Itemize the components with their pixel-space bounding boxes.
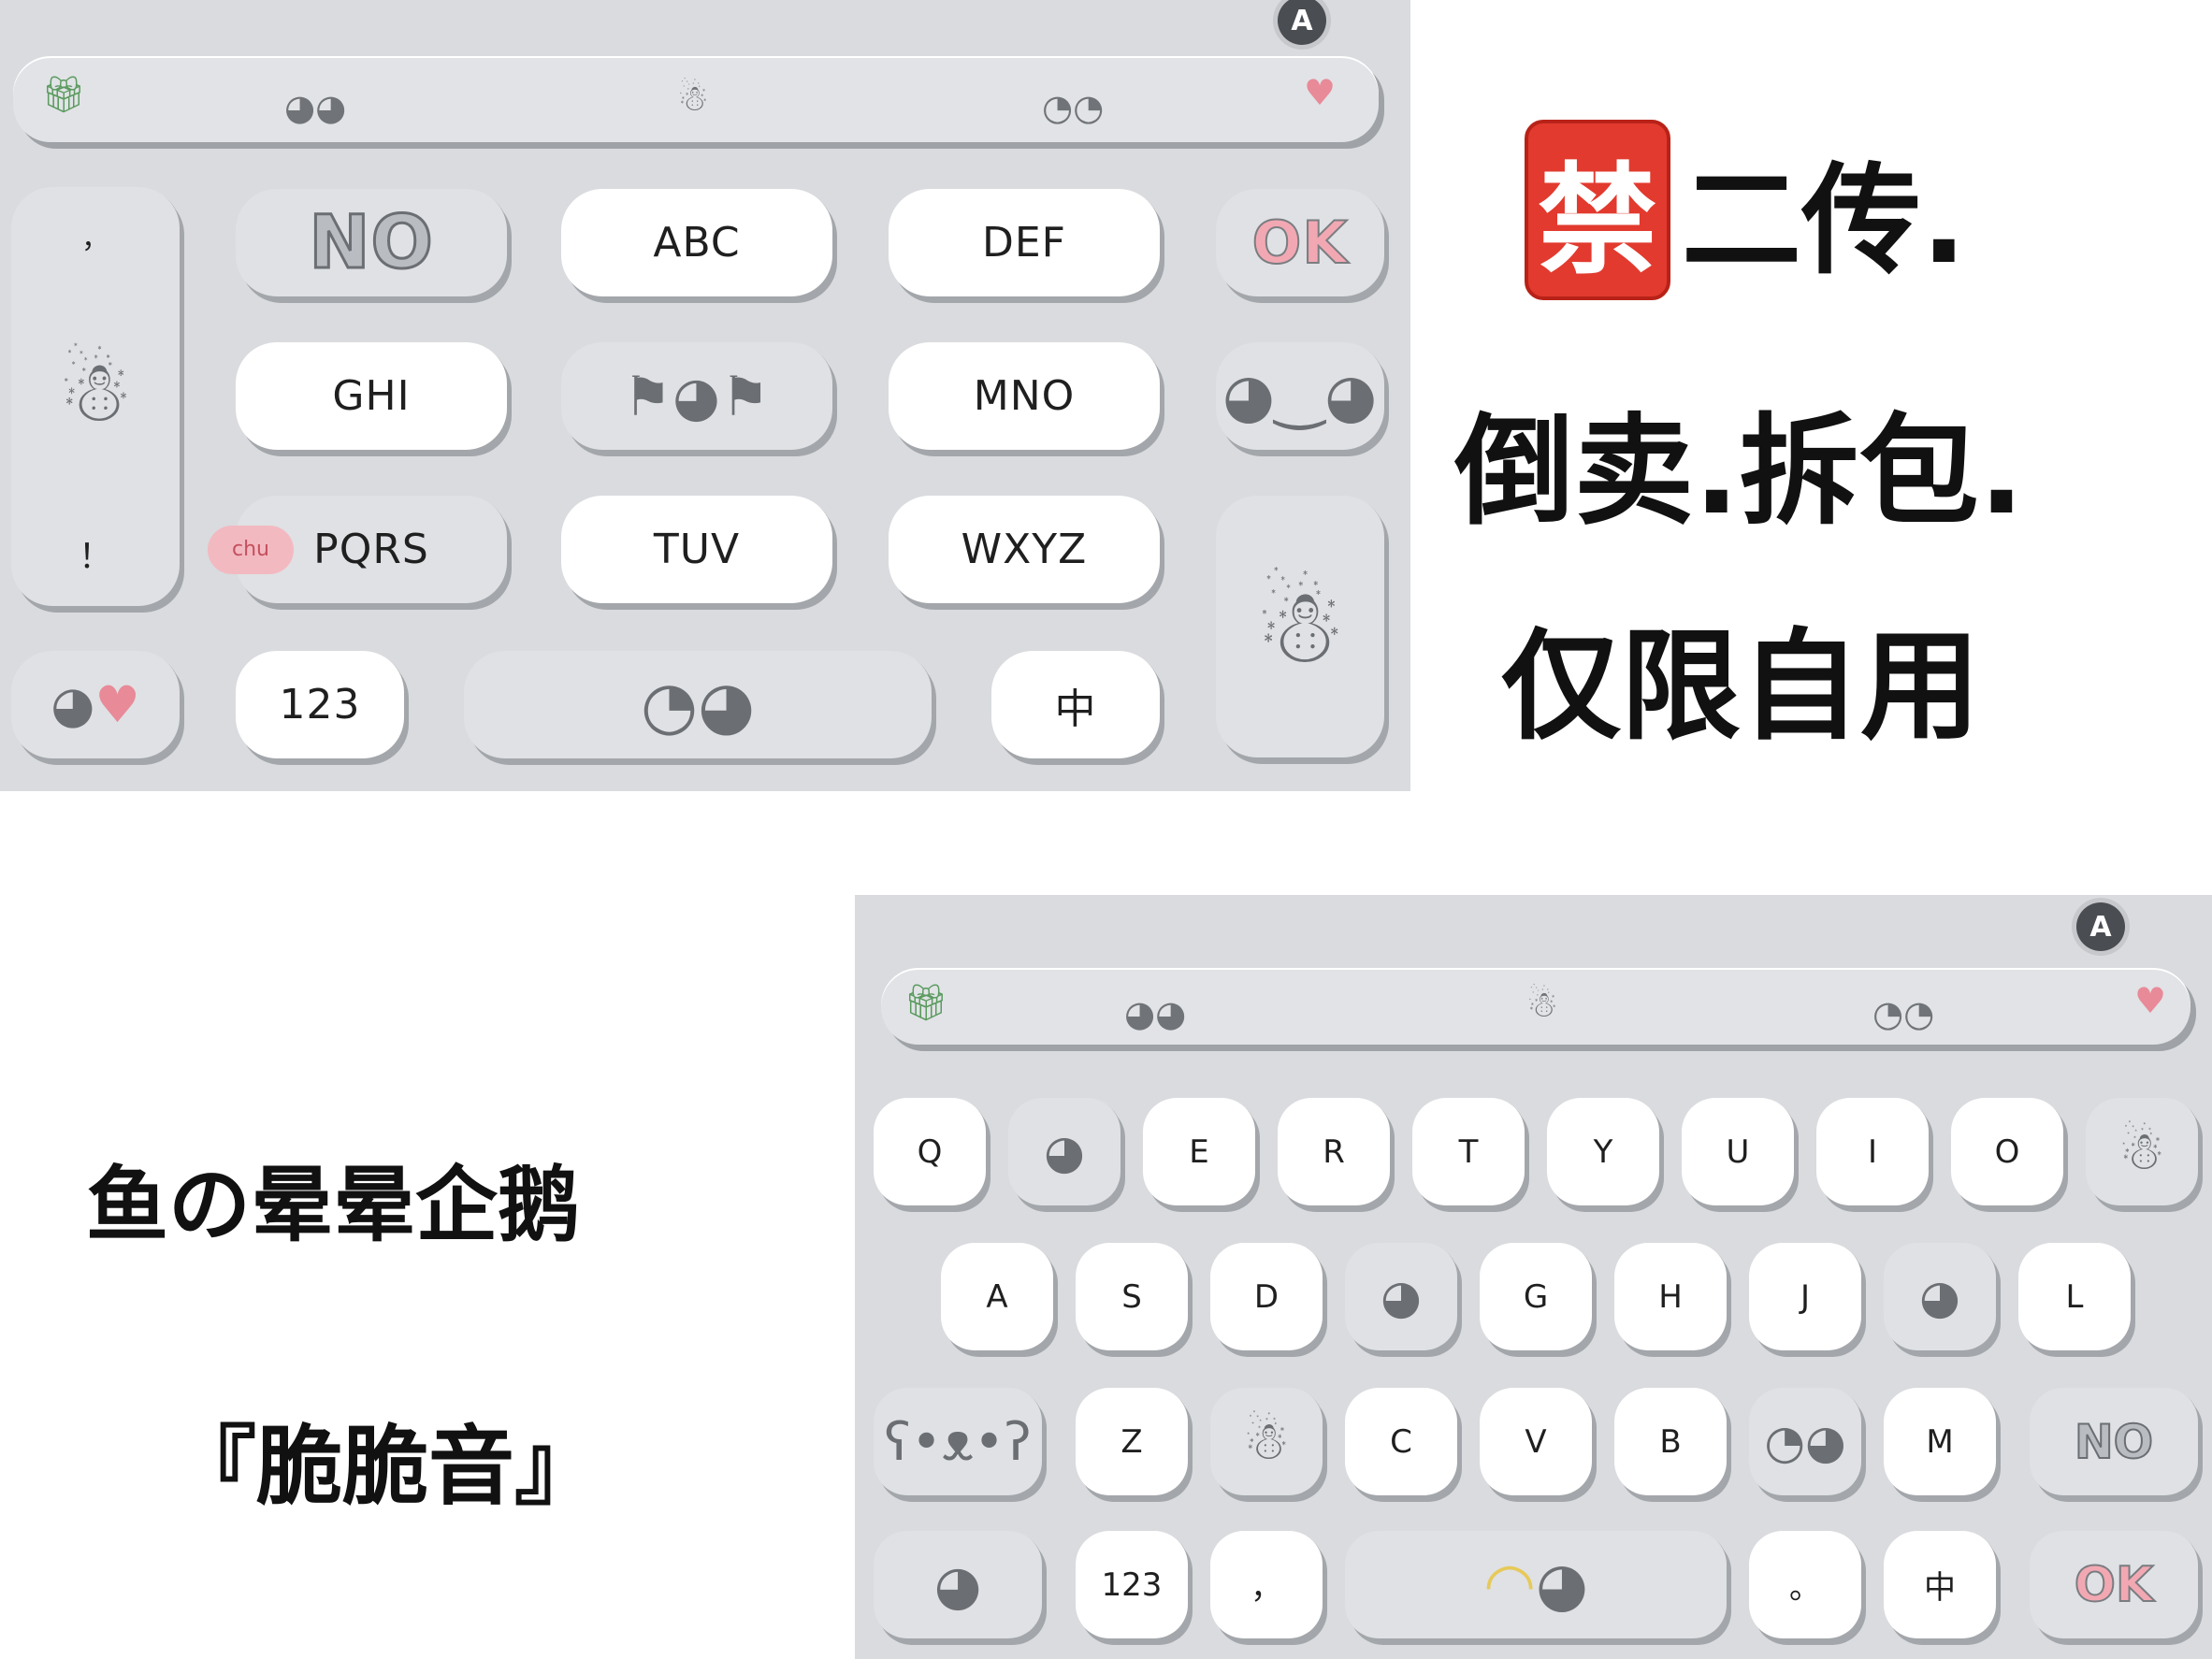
key-a[interactable]: A xyxy=(941,1243,1053,1350)
theme-subtitle: 『脆脆音』 xyxy=(170,1417,601,1517)
seal-icon: ◔◔ xyxy=(1872,993,1935,1034)
penguin-w-key[interactable]: ◕ xyxy=(1008,1098,1120,1205)
key-j[interactable]: J xyxy=(1749,1243,1861,1350)
t9-keyboard: A 🎁︎ ◕◕ ☃ ◔◔ ♥ ， ☃ ！ NO ABC DEF OK GHI ⚑… xyxy=(0,0,1410,791)
key-tuv[interactable]: TUV xyxy=(561,496,832,603)
qwerty-keyboard: A 🎁︎ ◕◕ ☃ ◔◔ ♥ Q ◕ E R T Y U I O ☃ A S D… xyxy=(855,895,2212,1659)
exclamation-key-label: ！ xyxy=(78,538,112,576)
delete-key[interactable]: NO xyxy=(2030,1388,2198,1495)
candidate-bar: 🎁︎ ◕◕ ☃ ◔◔ ♥ xyxy=(13,56,1379,142)
key-r[interactable]: R xyxy=(1278,1098,1390,1205)
key-z[interactable]: Z xyxy=(1076,1388,1188,1495)
key-123[interactable]: 123 xyxy=(236,651,404,758)
key-o[interactable]: O xyxy=(1951,1098,2063,1205)
key-ghi[interactable]: GHI xyxy=(236,342,507,450)
key-q[interactable]: Q xyxy=(874,1098,986,1205)
punctuation-column[interactable]: ， ☃ ！ xyxy=(11,187,180,606)
key-period[interactable]: 。 xyxy=(1749,1531,1861,1638)
key-chinese[interactable]: 中 xyxy=(991,651,1160,758)
notice-line-3: 仅限自用 xyxy=(1501,617,1981,757)
key-t[interactable]: T xyxy=(1412,1098,1525,1205)
penguins-icon: ◕◕ xyxy=(284,87,347,128)
key-y[interactable]: Y xyxy=(1547,1098,1659,1205)
key-chinese[interactable]: 中 xyxy=(1884,1531,1996,1638)
penguin-heart-icon: ◕♥ xyxy=(51,675,140,734)
snowman-icon: ☃ xyxy=(1253,567,1347,686)
snowman-icon: ☃ xyxy=(1526,984,1559,1025)
key-u[interactable]: U xyxy=(1682,1098,1794,1205)
prohibited-icon: 禁 xyxy=(1525,120,1671,300)
key-comma[interactable]: ， xyxy=(1210,1531,1323,1638)
penguin-heart-icon: ♥ xyxy=(1304,72,1337,113)
snowman-p-key[interactable]: ☃ xyxy=(2086,1098,2198,1205)
snowman-penguin-icon: ☃ xyxy=(57,343,134,441)
no-sticker-icon: NO xyxy=(2074,1414,2154,1470)
chu-heart-icon: chu xyxy=(208,526,294,574)
penguin-face-key[interactable]: ◕‿◕ xyxy=(1216,342,1384,450)
no-sticker-key[interactable]: NO xyxy=(236,189,507,296)
bear-penguin-icon: ʕ•ᴥ•ʔ xyxy=(884,1411,1032,1473)
key-i[interactable]: I xyxy=(1816,1098,1929,1205)
key-wxyz[interactable]: WXYZ xyxy=(889,496,1160,603)
ok-sticker-icon: OK xyxy=(1251,208,1349,278)
no-sticker-icon: NO xyxy=(308,199,435,286)
seal-n-key[interactable]: ◔◕ xyxy=(1749,1388,1861,1495)
key-123[interactable]: 123 xyxy=(1076,1531,1188,1638)
key-m[interactable]: M xyxy=(1884,1388,1996,1495)
gift-icon: 🎁︎ xyxy=(41,74,87,115)
penguin-sticker-key[interactable]: ◕♥ xyxy=(11,651,180,758)
key-s[interactable]: S xyxy=(1076,1243,1188,1350)
keyboard-lock-icon[interactable]: A xyxy=(1278,0,1326,45)
ok-sticker-icon: OK xyxy=(2074,1556,2154,1614)
penguin-k-key[interactable]: ◕ xyxy=(1884,1243,1996,1350)
penguin-seal-icon: ◔◕ xyxy=(640,666,756,743)
key-b[interactable]: B xyxy=(1614,1388,1727,1495)
snowman-icon: ☃ xyxy=(677,78,710,119)
enter-key[interactable]: OK xyxy=(2030,1531,2198,1638)
gift-icon: 🎁︎ xyxy=(904,982,949,1023)
penguin-heart-icon: ♥ xyxy=(2134,980,2167,1021)
penguins-icon: ◕◕ xyxy=(1124,993,1187,1034)
space-key[interactable]: ◔◕ xyxy=(464,651,932,758)
penguin-flags-key[interactable]: ⚑◕⚑ xyxy=(561,342,832,450)
candidate-bar: 🎁︎ ◕◕ ☃ ◔◔ ♥ xyxy=(881,968,2190,1045)
key-v[interactable]: V xyxy=(1480,1388,1592,1495)
penguin-sticker-key[interactable]: ◕ xyxy=(874,1531,1042,1638)
key-c[interactable]: C xyxy=(1345,1388,1457,1495)
penguin-flags-icon: ⚑◕⚑ xyxy=(623,364,771,428)
key-e[interactable]: E xyxy=(1143,1098,1255,1205)
penguin-icon: ◕ xyxy=(1044,1124,1085,1179)
seal-icon: ◔◔ xyxy=(1042,87,1105,128)
theme-title: 鱼の晕晕企鹅 xyxy=(86,1157,581,1253)
keyboard-lock-icon[interactable]: A xyxy=(2076,902,2125,951)
comma-key-label: ， xyxy=(81,223,109,255)
penguin-icon: ◕ xyxy=(1381,1269,1422,1324)
key-g[interactable]: G xyxy=(1480,1243,1592,1350)
penguin-face-icon: ◕‿◕ xyxy=(1222,361,1379,431)
key-l[interactable]: L xyxy=(2018,1243,2131,1350)
snowman-icon: ☃ xyxy=(1242,1411,1291,1472)
notice-line-2: 倒卖.拆包. xyxy=(1454,402,2025,541)
key-def[interactable]: DEF xyxy=(889,189,1160,296)
snowman-x-key[interactable]: ☃ xyxy=(1210,1388,1323,1495)
penguin-icon: ◕ xyxy=(933,1552,982,1617)
space-key[interactable]: ◠◕ xyxy=(1345,1531,1727,1638)
key-h[interactable]: H xyxy=(1614,1243,1727,1350)
ok-sticker-key[interactable]: OK xyxy=(1216,189,1384,296)
penguin-rainbow-icon: ◠◕ xyxy=(1483,1550,1588,1620)
seal-icon: ◔◕ xyxy=(1764,1414,1846,1469)
shift-key[interactable]: ʕ•ᴥ•ʔ xyxy=(874,1388,1042,1495)
snowman-icon: ☃ xyxy=(2118,1121,2166,1182)
key-d[interactable]: D xyxy=(1210,1243,1323,1350)
key-abc[interactable]: ABC xyxy=(561,189,832,296)
penguin-icon: ◕ xyxy=(1919,1269,1960,1324)
key-mno[interactable]: MNO xyxy=(889,342,1160,450)
enter-key[interactable]: ☃ xyxy=(1216,496,1384,757)
penguin-f-key[interactable]: ◕ xyxy=(1345,1243,1457,1350)
notice-line-1: 禁二传. xyxy=(1525,120,1967,300)
